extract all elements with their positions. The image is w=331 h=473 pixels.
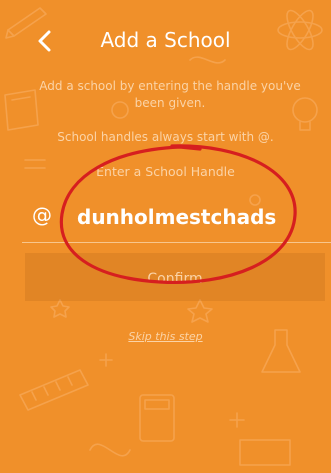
header-bar: Add a School xyxy=(0,0,331,68)
instructions-text: Add a school by entering the handle you'… xyxy=(39,79,301,110)
handle-field-row: @ xyxy=(22,196,331,243)
school-handle-input[interactable] xyxy=(77,200,317,234)
handle-field-label: Enter a School Handle xyxy=(96,164,235,179)
page-title: Add a School xyxy=(100,28,231,52)
app-screen: Add a School Add a school by entering th… xyxy=(0,0,331,473)
handle-hint-text: School handles always start with @. xyxy=(57,130,274,144)
confirm-button[interactable]: Confirm xyxy=(25,253,325,301)
skip-step-link[interactable]: Skip this step xyxy=(0,330,331,343)
at-prefix: @ xyxy=(32,203,52,227)
confirm-button-label: Confirm xyxy=(147,271,203,287)
